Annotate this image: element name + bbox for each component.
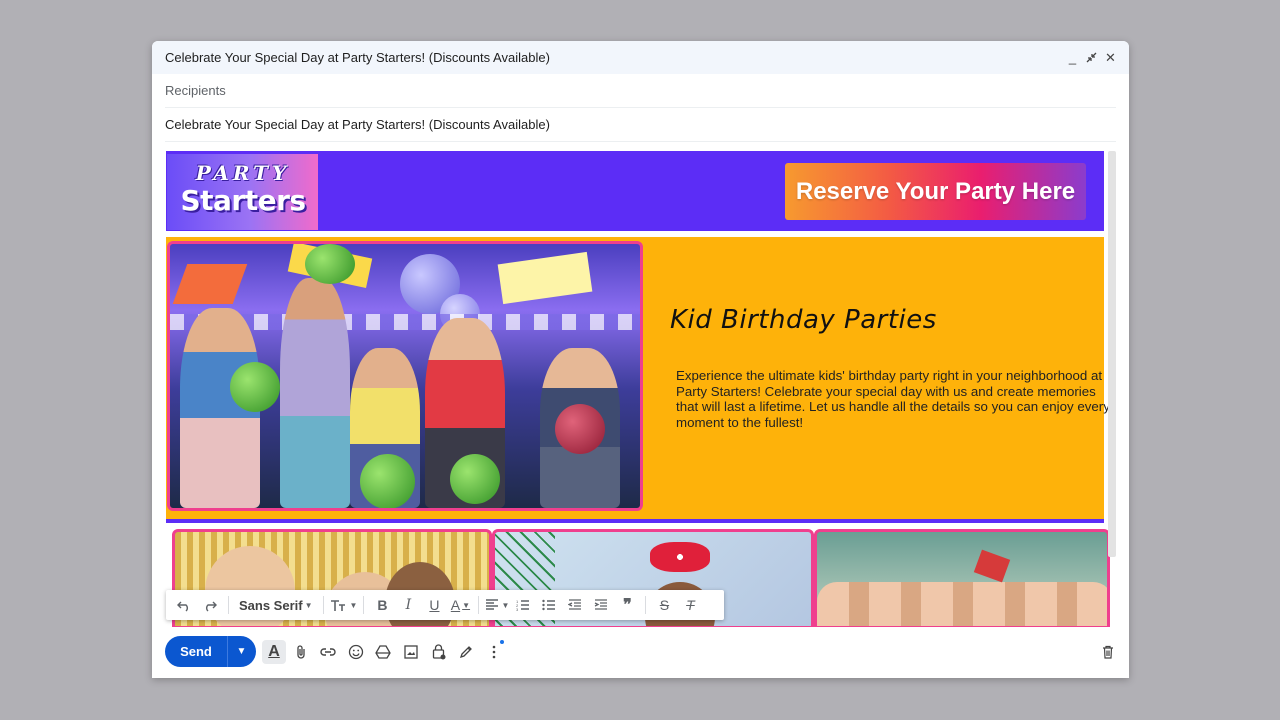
undo-icon[interactable]	[172, 593, 196, 617]
recipients-placeholder: Recipients	[165, 83, 226, 98]
email-header: PARTY Starters Reserve Your Party Here	[166, 151, 1104, 231]
redo-icon[interactable]	[198, 593, 222, 617]
close-icon[interactable]: ✕	[1105, 50, 1116, 65]
italic-icon[interactable]: I	[396, 593, 420, 617]
party-starters-logo: PARTY Starters	[167, 154, 318, 230]
exit-fullscreen-icon[interactable]	[1086, 51, 1097, 65]
quote-icon[interactable]: ❞	[615, 593, 639, 617]
chevron-down-icon: ▼	[462, 600, 471, 610]
toolbar-divider	[228, 596, 229, 614]
strikethrough-icon[interactable]: S	[652, 593, 676, 617]
hero-section: Kid Birthday Parties Experience the ulti…	[166, 237, 1110, 523]
chevron-down-icon: ▼	[304, 600, 313, 610]
reserve-party-button[interactable]: Reserve Your Party Here	[785, 163, 1086, 220]
toolbar-divider	[645, 596, 647, 614]
font-family-label: Sans Serif	[239, 597, 303, 613]
message-body[interactable]: PARTY Starters Reserve Your Party Here K…	[166, 151, 1116, 627]
align-icon[interactable]: ▼	[485, 593, 509, 617]
svg-text:3: 3	[516, 607, 519, 611]
emoji-icon[interactable]	[344, 640, 368, 664]
toolbar-divider	[478, 596, 480, 614]
formatting-toolbar: Sans Serif ▼ ▼ B I U A ▼ ▼ 123 ❞ S T	[166, 590, 724, 620]
font-size-icon[interactable]: ▼	[330, 593, 358, 617]
indent-less-icon[interactable]	[563, 593, 587, 617]
window-controls: _ ✕	[1067, 50, 1116, 66]
attach-icon[interactable]	[289, 640, 313, 664]
logo-line2: Starters	[180, 184, 306, 217]
bulleted-list-icon[interactable]	[537, 593, 561, 617]
confidential-mode-icon[interactable]	[427, 640, 451, 664]
compose-title: Celebrate Your Special Day at Party Star…	[165, 50, 550, 65]
discard-icon[interactable]	[1096, 640, 1120, 664]
chevron-down-icon: ▼	[349, 600, 358, 610]
text-color-icon[interactable]: A ▼	[448, 593, 472, 617]
drive-icon[interactable]	[371, 640, 395, 664]
numbered-list-icon[interactable]: 123	[511, 593, 535, 617]
toolbar-divider	[363, 596, 365, 614]
send-options-chevron-icon[interactable]: ▼	[227, 636, 255, 667]
remove-formatting-icon[interactable]: T	[678, 593, 702, 617]
compose-window: Celebrate Your Special Day at Party Star…	[152, 41, 1129, 678]
underline-icon[interactable]: U	[422, 593, 446, 617]
chevron-down-icon: ▼	[501, 600, 510, 610]
bold-icon[interactable]: B	[370, 593, 394, 617]
subject-text: Celebrate Your Special Day at Party Star…	[165, 117, 550, 132]
signature-icon[interactable]	[454, 640, 478, 664]
compose-titlebar[interactable]: Celebrate Your Special Day at Party Star…	[152, 41, 1129, 74]
link-icon[interactable]	[316, 640, 340, 664]
body-scrollbar[interactable]	[1108, 151, 1116, 557]
toolbar-divider	[322, 596, 324, 614]
logo-line1: PARTY	[195, 161, 291, 185]
gallery-photo-3	[814, 529, 1110, 627]
minimize-icon[interactable]: _	[1067, 50, 1078, 65]
send-label: Send	[180, 644, 212, 659]
kids-bowling-photo	[167, 241, 643, 511]
send-button[interactable]: Send ▼	[165, 636, 256, 667]
font-family-select[interactable]: Sans Serif ▼	[235, 593, 317, 617]
hero-title: Kid Birthday Parties	[670, 305, 937, 335]
photo-icon[interactable]	[399, 640, 423, 664]
hero-text: Experience the ultimate kids' birthday p…	[676, 368, 1110, 430]
indent-more-icon[interactable]	[589, 593, 613, 617]
recipients-field[interactable]: Recipients	[165, 74, 1116, 108]
formatting-options-icon[interactable]: A	[262, 640, 286, 664]
subject-field[interactable]: Celebrate Your Special Day at Party Star…	[165, 108, 1116, 142]
notification-dot	[500, 640, 504, 644]
compose-bottom-toolbar: Send ▼ A	[152, 630, 1129, 678]
